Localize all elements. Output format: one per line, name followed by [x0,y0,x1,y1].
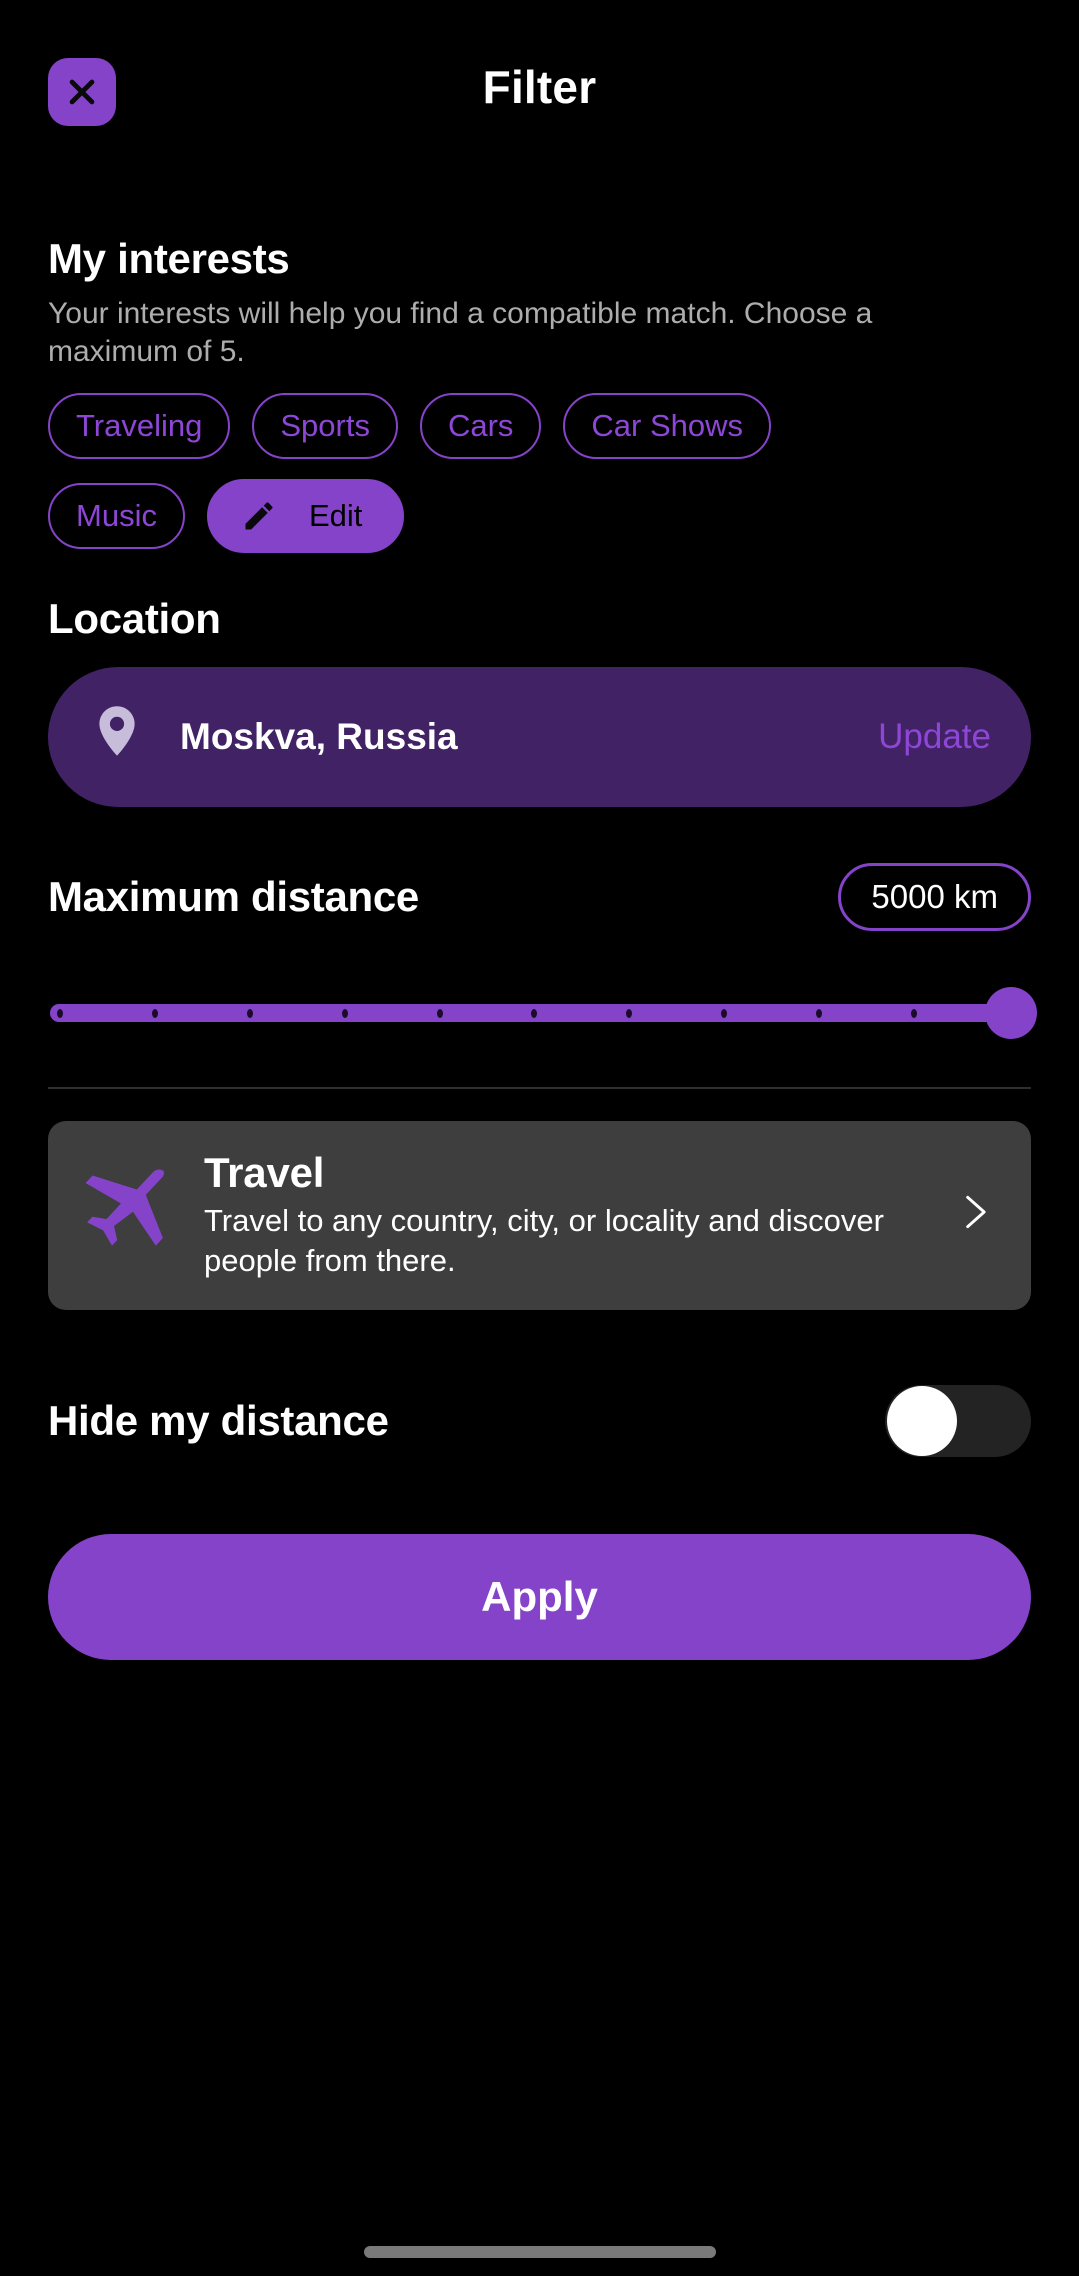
interest-chip-row: Music Edit [48,479,1031,554]
slider-tick [246,1008,253,1018]
location-title: Location [48,595,221,643]
slider-ticks [57,1004,1012,1022]
slider-tick [151,1008,158,1018]
airplane-icon [74,1156,178,1273]
slider-tick [57,1008,63,1018]
hide-distance-label: Hide my distance [48,1396,389,1444]
hide-distance-toggle[interactable] [885,1384,1031,1457]
slider-tick [626,1008,633,1018]
slider-tick [341,1008,348,1018]
distance-title: Maximum distance [48,873,419,921]
location-update-link[interactable]: Update [878,717,991,757]
slider-tick [911,1008,918,1018]
interests-description: Your interests will help you find a comp… [48,297,873,369]
travel-text-block: Travel Travel to any country, city, or l… [204,1149,927,1280]
slider-tick [816,1008,823,1018]
header: Filter [0,0,1079,145]
chevron-right-icon[interactable] [953,1183,997,1246]
interest-chip-car-shows[interactable]: Car Shows [563,393,772,460]
interests-title: My interests [48,235,290,282]
home-indicator [363,2246,716,2258]
location-value: Moskva, Russia [180,716,458,758]
pencil-icon [241,498,277,534]
distance-header: Maximum distance 5000 km [48,863,1031,932]
location-section: Location Moskva, Russia Update [0,595,1079,808]
filter-screen: Filter My interests Your interests will … [0,0,1079,2276]
apply-button[interactable]: Apply [48,1533,1031,1660]
travel-card[interactable]: Travel Travel to any country, city, or l… [48,1121,1031,1310]
interest-chip-group: Traveling Sports Cars Car Shows Music Ed… [48,393,1031,554]
slider-tick [721,1008,728,1018]
location-bar[interactable]: Moskva, Russia Update [48,667,1031,808]
toggle-knob [887,1385,957,1456]
travel-description: Travel to any country, city, or locality… [204,1203,884,1278]
interests-section: My interests Your interests will help yo… [0,235,1079,554]
slider-tick [436,1008,443,1018]
hide-distance-row: Hide my distance [48,1366,1031,1476]
interest-chip-traveling[interactable]: Traveling [48,393,231,460]
map-pin-icon [94,705,140,769]
interest-chip-sports[interactable]: Sports [252,393,398,460]
interest-chip-row: Traveling Sports Cars Car Shows [48,393,1031,460]
distance-section: Maximum distance 5000 km [0,863,1079,1043]
edit-interests-button[interactable]: Edit [206,479,405,554]
edit-interests-label: Edit [308,498,363,534]
slider-track[interactable] [50,987,1037,1040]
distance-slider[interactable] [48,983,1037,1043]
slider-thumb[interactable] [985,987,1037,1040]
section-divider [48,1087,1031,1090]
slider-tick [531,1008,538,1018]
interest-chip-cars[interactable]: Cars [419,393,542,460]
page-title: Filter [482,61,597,113]
interest-chip-music[interactable]: Music [48,483,185,550]
travel-title: Travel [204,1149,325,1197]
distance-value-badge[interactable]: 5000 km [838,863,1031,932]
